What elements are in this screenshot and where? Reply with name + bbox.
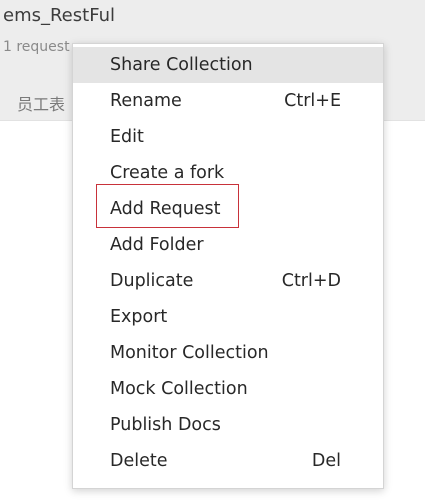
menu-item-shortcut: Ctrl+D — [281, 271, 341, 291]
menu-item-edit[interactable]: Edit — [73, 119, 383, 155]
postman-sidebar: ems_RestFul 1 request 员工表 Share Collecti… — [0, 0, 425, 503]
menu-item-share-collection[interactable]: Share Collection — [73, 47, 383, 83]
collection-request-count: 1 request — [3, 39, 70, 55]
menu-item-label: Rename — [110, 91, 182, 111]
menu-item-label: Edit — [110, 127, 144, 147]
menu-item-export[interactable]: Export — [73, 299, 383, 335]
menu-item-label: Monitor Collection — [110, 343, 269, 363]
menu-item-label: Export — [110, 307, 168, 327]
menu-item-rename[interactable]: Rename Ctrl+E — [73, 83, 383, 119]
menu-item-label: Share Collection — [110, 55, 253, 75]
menu-item-publish-docs[interactable]: Publish Docs — [73, 407, 383, 443]
collection-context-menu: Share Collection Rename Ctrl+E Edit Crea… — [72, 43, 384, 489]
menu-item-monitor-collection[interactable]: Monitor Collection — [73, 335, 383, 371]
menu-item-shortcut: Del — [311, 451, 341, 471]
menu-item-label: Add Request — [110, 199, 221, 219]
menu-item-label: Delete — [110, 451, 168, 471]
menu-item-label: Publish Docs — [110, 415, 221, 435]
menu-item-create-fork[interactable]: Create a fork — [73, 155, 383, 191]
menu-item-shortcut: Ctrl+E — [284, 91, 341, 111]
menu-item-delete[interactable]: Delete Del — [73, 443, 383, 479]
menu-item-label: Duplicate — [110, 271, 194, 291]
menu-item-duplicate[interactable]: Duplicate Ctrl+D — [73, 263, 383, 299]
menu-item-label: Mock Collection — [110, 379, 248, 399]
menu-item-mock-collection[interactable]: Mock Collection — [73, 371, 383, 407]
menu-item-add-request[interactable]: Add Request — [73, 191, 383, 227]
menu-item-add-folder[interactable]: Add Folder — [73, 227, 383, 263]
collection-name[interactable]: ems_RestFul — [3, 5, 115, 26]
folder-item[interactable]: 员工表 — [17, 91, 65, 115]
menu-item-label: Create a fork — [110, 163, 225, 183]
menu-item-label: Add Folder — [110, 235, 204, 255]
